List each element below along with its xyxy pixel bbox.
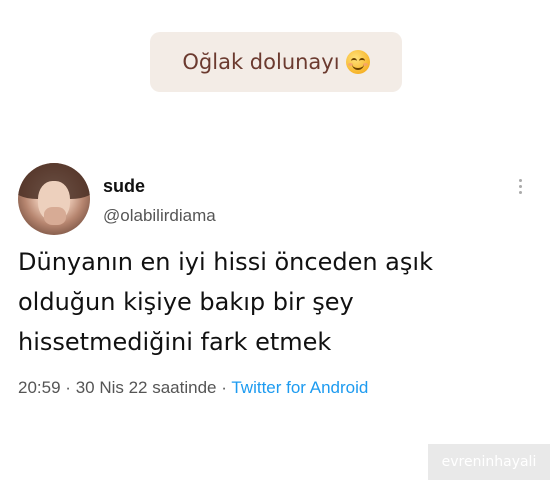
tweet-text-line: hissetmediğini fark etmek [18,328,332,356]
meta-separator: · [65,378,71,397]
watermark: evreninhayali [428,444,550,480]
user-name[interactable]: sude [103,176,145,197]
tweet-source-link[interactable]: Twitter for Android [231,378,368,397]
smiling-face-icon [345,50,370,74]
tweet-meta: 20:59 · 30 Nis 22 saatinde · Twitter for… [18,378,368,398]
tweet-text: Dünyanın en iyi hissi önceden aşık olduğ… [18,242,528,362]
caption-text: Oğlak dolunayı [182,50,340,74]
tweet-text-line: olduğun kişiye bakıp bir şey [18,288,354,316]
more-options-icon[interactable] [519,179,523,199]
tweet-date[interactable]: 30 Nis 22 saatinde [76,378,217,397]
tweet-card: sude @olabilirdiama Dünyanın en iyi hiss… [0,150,550,410]
tweet-text-line: Dünyanın en iyi hissi önceden aşık [18,248,433,276]
tweet-time[interactable]: 20:59 [18,378,61,397]
caption-bubble: Oğlak dolunayı [150,32,402,92]
meta-separator: · [221,378,227,397]
avatar[interactable] [18,163,90,235]
user-handle[interactable]: @olabilirdiama [103,206,216,226]
watermark-text: evreninhayali [441,454,537,470]
